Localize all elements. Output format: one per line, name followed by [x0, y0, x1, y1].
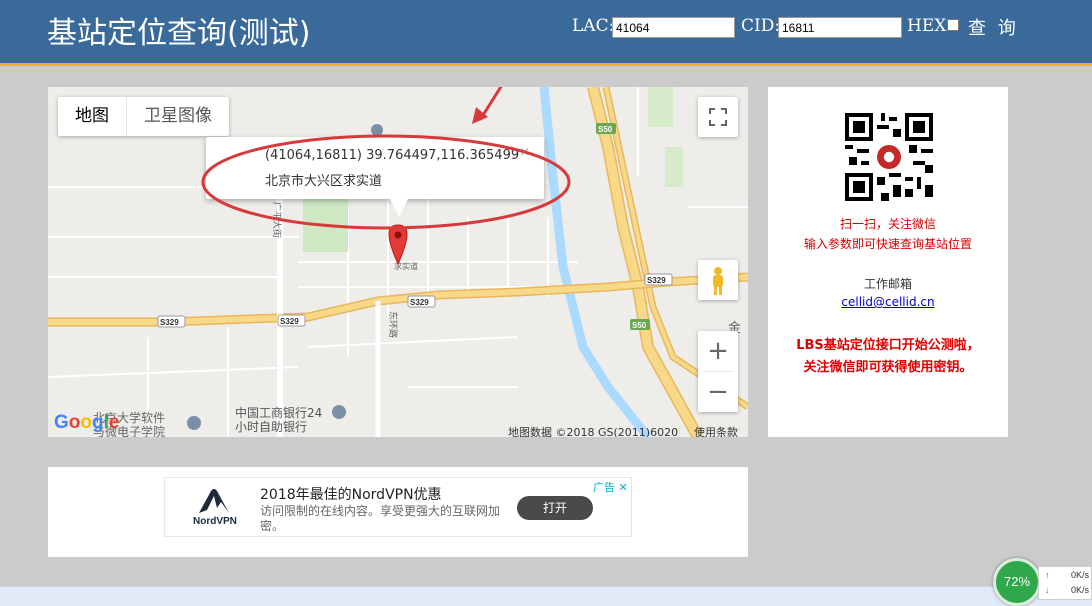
map-view[interactable]: S50 S50 S329 S329 S329 S329 中国工商银行24 小时自…: [48, 87, 748, 437]
map-label-s329: S329: [160, 318, 179, 327]
nordvpn-logo-icon: [199, 489, 229, 513]
ad-close-button[interactable]: 广告 ✕: [593, 479, 628, 495]
map-label-s329: S329: [647, 276, 666, 285]
map-label-s329: S329: [280, 317, 299, 326]
map-label-s329: S329: [410, 298, 429, 307]
cid-input[interactable]: [778, 17, 902, 38]
scan-hint: 扫一扫，关注微信: [839, 217, 936, 231]
ad-container: NordVPN 2018年最佳的NordVPN优惠 访问限制的在线内容。享受更强…: [48, 467, 748, 557]
ad-open-button[interactable]: 打开: [517, 496, 593, 520]
map-label-bank: 中国工商银行24: [235, 405, 322, 420]
ad-description: 访问限制的在线内容。享受更强大的互联网加密。: [260, 504, 501, 533]
upload-arrow-icon: ↑: [1045, 570, 1050, 580]
tab-map[interactable]: 地图: [58, 97, 127, 136]
map-label-s50: S50: [632, 321, 647, 330]
wechat-qr-code: [845, 113, 933, 201]
download-speed: 0K/s: [1071, 585, 1090, 595]
map-label-s50: S50: [598, 125, 613, 134]
map-label-dongxing: 东环路: [387, 311, 399, 338]
map-type-control: 地图 卫星图像: [58, 97, 229, 136]
lac-input[interactable]: [612, 17, 735, 38]
side-panel: 扫一扫，关注微信 输入参数即可快速查询基站位置 工作邮箱 cellid@cell…: [768, 87, 1008, 437]
map-attribution: 地图数据 ©2018 GS(2011)6020: [508, 426, 679, 437]
zoom-in-button[interactable]: +: [698, 331, 738, 371]
annotation-arrow: [478, 87, 503, 121]
terms-link[interactable]: 使用条款: [694, 424, 738, 437]
lac-label: LAC:: [572, 16, 615, 36]
cid-label: CID:: [741, 16, 781, 36]
fullscreen-icon: [709, 108, 727, 126]
query-button[interactable]: 查 询: [968, 14, 1019, 40]
email-link[interactable]: cellid@cellid.cn: [768, 295, 1008, 309]
footer-band: [0, 586, 1092, 606]
header-bar: 基站定位查询(测试) LAC: CID: HEX: 查 询: [0, 0, 1092, 66]
ad-brand: NordVPN: [193, 516, 237, 527]
network-gauge[interactable]: 72%: [993, 558, 1041, 606]
hex-checkbox[interactable]: [947, 19, 959, 31]
zoom-out-button[interactable]: −: [698, 372, 738, 412]
ad-title[interactable]: 2018年最佳的NordVPN优惠: [260, 484, 442, 504]
ad-banner[interactable]: NordVPN 2018年最佳的NordVPN优惠 访问限制的在线内容。享受更强…: [164, 477, 632, 537]
scan-hint-detail: 输入参数即可快速查询基站位置: [803, 237, 972, 251]
download-arrow-icon: ↓: [1045, 585, 1050, 595]
hex-label: HEX:: [907, 16, 953, 36]
page-title: 基站定位查询(测试): [47, 16, 311, 51]
upload-speed: 0K/s: [1071, 570, 1090, 580]
notice-line1: LBS基站定位接口开始公测啦，: [796, 338, 980, 353]
tab-satellite[interactable]: 卫星图像: [127, 97, 229, 136]
fullscreen-button[interactable]: [698, 97, 738, 137]
network-speed-panel: ↑ 0K/s ↓ 0K/s: [1038, 566, 1092, 600]
map-label-bank: 小时自助银行: [235, 420, 307, 434]
pegman-icon: [713, 267, 723, 295]
annotation-ellipse: [201, 134, 571, 230]
street-view-pegman[interactable]: [698, 260, 738, 300]
zoom-control: + −: [698, 331, 738, 412]
email-label: 工作邮箱: [863, 277, 912, 291]
google-logo: Google: [54, 412, 120, 433]
notice-line2: 关注微信即可获得使用密钥。: [803, 360, 973, 375]
